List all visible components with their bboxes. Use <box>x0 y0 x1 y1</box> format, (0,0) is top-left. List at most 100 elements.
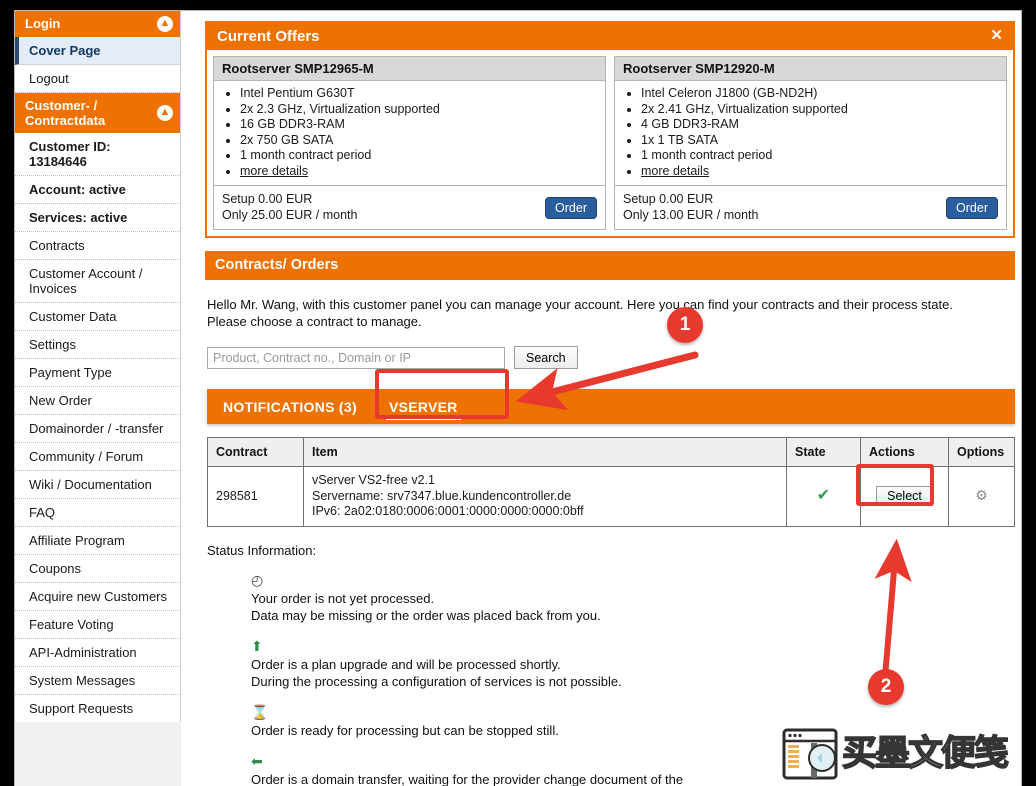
offer-spec: 1 month contract period <box>240 148 597 164</box>
offer-spec: 16 GB DDR3-RAM <box>240 117 597 133</box>
th-state: State <box>786 437 861 467</box>
chevron-double-up-icon[interactable]: ▲ <box>157 16 173 32</box>
customer-id-label: Customer ID: 13184646 <box>29 139 111 169</box>
search-input[interactable] <box>207 346 505 369</box>
sidebar-group-header-customer[interactable]: Customer- / Contractdata ▲ <box>15 93 180 133</box>
sidebar-item-customer-account-invoices[interactable]: Customer Account / Invoices <box>15 260 180 303</box>
th-contract: Contract <box>207 437 304 467</box>
annotation-arrow-1 <box>515 351 699 411</box>
sidebar-item-label: Coupons <box>29 561 82 576</box>
sidebar-item-settings[interactable]: Settings <box>15 331 180 359</box>
offer-footer: Setup 0.00 EUR Only 25.00 EUR / month Or… <box>214 185 605 229</box>
sidebar: Login ▲ Cover Page Logout Customer- / Con… <box>15 11 181 786</box>
offer-setup-fee: Setup 0.00 EUR <box>623 192 714 206</box>
offer-spec-list: Intel Celeron J1800 (GB-ND2H) 2x 2.41 GH… <box>615 81 1006 185</box>
sidebar-item-faq[interactable]: FAQ <box>15 499 180 527</box>
sidebar-group-title: Login <box>25 16 61 31</box>
offer-monthly-price: Only 13.00 EUR / month <box>623 207 759 222</box>
contracts-orders-header: Contracts/ Orders <box>205 251 1015 280</box>
th-options: Options <box>948 437 1015 467</box>
offer-pricing: Setup 0.00 EUR Only 13.00 EUR / month <box>623 192 758 223</box>
cell-state: ✔ <box>786 466 861 527</box>
sidebar-item-label: Logout <box>29 71 69 86</box>
sidebar-item-cover-page[interactable]: Cover Page <box>15 37 180 65</box>
account-status-label: Account: active <box>29 182 126 197</box>
current-offers-header: Current Offers ✕ <box>207 23 1013 50</box>
sidebar-item-system-messages[interactable]: System Messages <box>15 667 180 695</box>
table-head: Contract Item State Actions Options <box>207 437 1015 467</box>
chevron-double-up-icon[interactable]: ▲ <box>157 105 173 121</box>
current-offers-title: Current Offers <box>217 28 320 45</box>
cell-options: ⚙ <box>948 466 1015 527</box>
offer-spec: 2x 750 GB SATA <box>240 133 597 149</box>
intro-line-2: Please choose a contract to manage. <box>207 314 422 329</box>
sidebar-item-coupons[interactable]: Coupons <box>15 555 180 583</box>
offer-card: Rootserver SMP12920-M Intel Celeron J180… <box>614 56 1007 230</box>
sidebar-item-customer-data[interactable]: Customer Data <box>15 303 180 331</box>
offer-footer: Setup 0.00 EUR Only 13.00 EUR / month Or… <box>615 185 1006 229</box>
sidebar-item-label: System Messages <box>29 673 136 688</box>
sidebar-item-label: Feature Voting <box>29 617 114 632</box>
current-offers-panel: Current Offers ✕ Rootserver SMP12965-M I… <box>205 21 1015 238</box>
more-details-link[interactable]: more details <box>240 164 308 178</box>
tab-notifications[interactable]: NOTIFICATIONS (3) <box>207 389 373 424</box>
sidebar-item-affiliate-program[interactable]: Affiliate Program <box>15 527 180 555</box>
offer-spec: 1x 1 TB SATA <box>641 133 998 149</box>
cell-item: vServer VS2-free v2.1 Servername: srv734… <box>303 466 787 527</box>
item-ipv6: IPv6: 2a02:0180:0006:0001:0000:0000:0000… <box>312 504 584 518</box>
order-button[interactable]: Order <box>946 196 998 219</box>
table-header-row: Contract Item State Actions Options <box>207 437 1015 467</box>
sidebar-item-logout[interactable]: Logout <box>15 65 180 93</box>
status-line: Your order is not yet processed. <box>251 590 435 606</box>
offer-spec: 2x 2.3 GHz, Virtualization supported <box>240 102 597 118</box>
item-product: vServer VS2-free v2.1 <box>312 473 435 487</box>
sidebar-item-domainorder-transfer[interactable]: Domainorder / -transfer <box>15 415 180 443</box>
sidebar-item-account-status: Account: active <box>15 176 180 204</box>
annotation-arrow-2 <box>874 538 912 680</box>
sidebar-item-support-requests[interactable]: Support Requests <box>15 695 180 722</box>
item-servername: Servername: srv7347.blue.kundencontrolle… <box>312 488 572 503</box>
sidebar-item-label: Domainorder / -transfer <box>29 421 164 436</box>
annotation-highlight-vserver-tab <box>375 369 509 419</box>
annotation-badge-label: 1 <box>667 307 703 343</box>
sidebar-item-label: Customer Account / Invoices <box>29 266 143 296</box>
sidebar-group-title: Customer- / Contractdata <box>25 98 106 128</box>
green-check-icon: ✔ <box>816 487 831 504</box>
hourglass-icon: ⌛ <box>251 703 269 720</box>
watermark: 买墨文便笺 <box>782 728 1010 780</box>
sidebar-item-feature-voting[interactable]: Feature Voting <box>15 611 180 639</box>
sidebar-item-acquire-new-customers[interactable]: Acquire new Customers <box>15 583 180 611</box>
offer-setup-fee: Setup 0.00 EUR <box>222 192 313 206</box>
sidebar-item-wiki-documentation[interactable]: Wiki / Documentation <box>15 471 180 499</box>
screenshot-root: Login ▲ Cover Page Logout Customer- / Con… <box>0 0 1036 786</box>
sidebar-item-payment-type[interactable]: Payment Type <box>15 359 180 387</box>
sidebar-item-api-administration[interactable]: API-Administration <box>15 639 180 667</box>
sidebar-inner: Login ▲ Cover Page Logout Customer- / Con… <box>15 11 181 722</box>
order-button[interactable]: Order <box>545 196 597 219</box>
annotation-highlight-select-button <box>856 464 934 506</box>
sidebar-item-services-status: Services: active <box>15 204 180 232</box>
offer-title: Rootserver SMP12965-M <box>214 57 605 81</box>
sidebar-group-header-login[interactable]: Login ▲ <box>15 11 180 37</box>
intro-text: Hello Mr. Wang, with this customer panel… <box>207 296 1013 330</box>
sidebar-item-label: Settings <box>29 337 76 352</box>
sidebar-item-contracts[interactable]: Contracts <box>15 232 180 260</box>
sidebar-item-community-forum[interactable]: Community / Forum <box>15 443 180 471</box>
more-details-link[interactable]: more details <box>641 164 709 178</box>
close-icon[interactable]: ✕ <box>990 27 1003 45</box>
intro-line-1: Hello Mr. Wang, with this customer panel… <box>207 297 953 312</box>
offer-card: Rootserver SMP12965-M Intel Pentium G630… <box>213 56 606 230</box>
gear-icon[interactable]: ⚙ <box>975 487 988 503</box>
sidebar-item-label: Customer Data <box>29 309 117 324</box>
sidebar-item-label: Cover Page <box>29 43 101 58</box>
sidebar-item-label: Payment Type <box>29 365 112 380</box>
offer-spec: Intel Pentium G630T <box>240 86 597 102</box>
th-item: Item <box>303 437 787 467</box>
sidebar-item-label: Support Requests <box>29 701 134 716</box>
sidebar-item-label: New Order <box>29 393 92 408</box>
th-actions: Actions <box>860 437 949 467</box>
offers-body: Rootserver SMP12965-M Intel Pentium G630… <box>207 50 1013 236</box>
offer-pricing: Setup 0.00 EUR Only 25.00 EUR / month <box>222 192 357 223</box>
sidebar-item-new-order[interactable]: New Order <box>15 387 180 415</box>
services-status-label: Services: active <box>29 210 128 225</box>
